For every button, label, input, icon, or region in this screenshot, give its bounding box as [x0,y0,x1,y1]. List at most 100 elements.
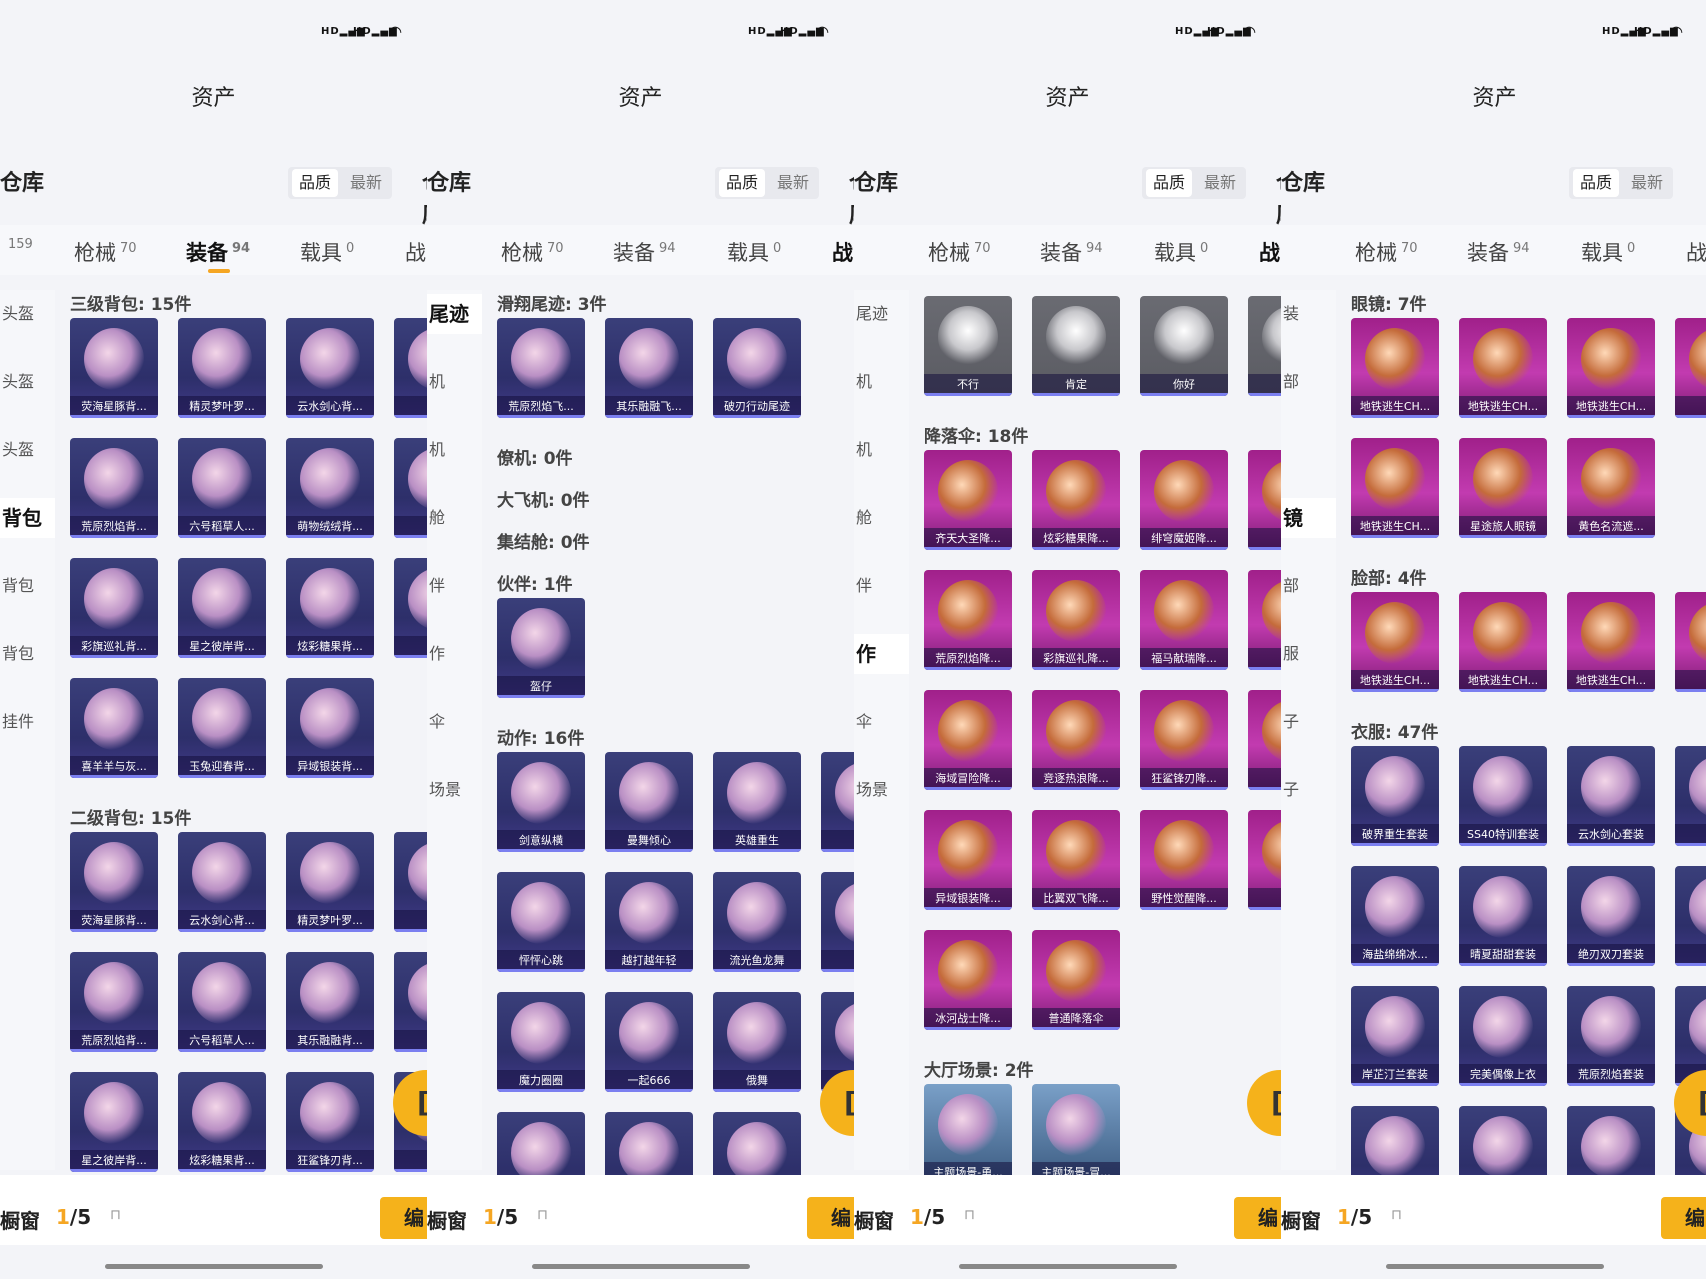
item-card[interactable]: 其乐融融飞... [605,318,693,418]
sidebar-item[interactable]: 伴 [427,566,482,606]
sidebar-item[interactable]: 机 [427,430,482,470]
item-card[interactable]: 彩旗巡礼降... [1032,570,1120,670]
item-card[interactable]: 魔力圈圈 [497,992,585,1092]
item-card[interactable]: 英雄重生 [713,752,801,852]
sidebar-item[interactable]: 场景 [854,770,909,810]
item-card[interactable]: 萌物绒绒背... [286,438,374,538]
sidebar-item[interactable]: 作 [854,634,909,674]
item-card[interactable]: 其乐融融背... [286,952,374,1052]
item-card[interactable]: 盔仔 [497,598,585,698]
item-card[interactable]: 晴夏 [394,832,427,932]
item-card[interactable]: 深海 [394,558,427,658]
item-card[interactable]: 荧海星豚背... [70,318,158,418]
sidebar-item[interactable]: 背包 [0,634,55,674]
item-card[interactable]: 曼舞倾心 [605,752,693,852]
item-card[interactable] [1351,1106,1439,1180]
item-card[interactable] [1248,296,1281,396]
sort-latest-button[interactable]: 最新 [1625,169,1669,197]
item-card[interactable]: 地铁逃生CH... [1567,318,1655,418]
sidebar-item[interactable]: 部 [1281,566,1336,606]
sidebar-item[interactable] [1281,430,1336,470]
sidebar-item[interactable]: 机 [854,430,909,470]
item-card[interactable]: 你好 [1140,296,1228,396]
item-card[interactable]: 晴夏甜甜套装 [1459,866,1547,966]
sidebar-item[interactable]: 伞 [427,702,482,742]
edit-showcase-button[interactable]: 编 [380,1197,427,1239]
item-card[interactable]: 蛇蝎 [1248,690,1281,790]
item-card[interactable]: 荒原烈焰背... [70,952,158,1052]
item-card[interactable]: 地铁逃生CH... [1351,438,1439,538]
item-card[interactable]: 齐天大圣降... [924,450,1012,550]
item-card[interactable]: 怦怦心跳 [497,872,585,972]
tab-2[interactable]: 装备 94 [1040,237,1103,267]
item-card[interactable]: 荒原烈焰飞... [497,318,585,418]
item-card[interactable]: 玉兔迎春背... [178,678,266,778]
item-card[interactable]: 彩旗巡礼背... [70,558,158,658]
item-card[interactable]: 一举 [1248,810,1281,910]
item-card[interactable]: 一起666 [605,992,693,1092]
item-card[interactable]: 地铁 [1675,318,1706,418]
item-card[interactable]: 破界重生套装 [1351,746,1439,846]
item-card[interactable]: 精灵梦叶罗... [178,318,266,418]
sort-toggle[interactable]: 品质 最新 [715,167,819,199]
item-card[interactable]: 六号稻草人... [178,952,266,1052]
tab-1[interactable]: 枪械 70 [1355,237,1418,267]
sort-quality-button[interactable]: 品质 [292,169,338,197]
item-card[interactable]: 越打越年轻 [605,872,693,972]
item-card[interactable]: 黄色名流遮... [1567,438,1655,538]
item-card[interactable]: 比翼双飞降... [1032,810,1120,910]
sort-latest-button[interactable]: 最新 [1198,169,1242,197]
item-card[interactable]: 普通降落伞 [1032,930,1120,1030]
edit-showcase-button[interactable]: 编 [807,1197,854,1239]
item-card[interactable]: 竞逐热浪降... [1032,690,1120,790]
sidebar-item[interactable]: 背包 [0,498,55,538]
item-card[interactable]: 狂鲨锋刃背... [286,1072,374,1172]
item-card[interactable]: 异域 [1675,592,1706,692]
item-card[interactable]: 狂鲨锋刃降... [1140,690,1228,790]
item-card[interactable]: 异域银装降... [924,810,1012,910]
item-card[interactable]: 流光鱼龙舞 [713,872,801,972]
item-card[interactable]: 主题场景-勇... [924,1084,1012,1180]
item-card[interactable] [605,1112,693,1180]
sidebar-item[interactable]: 镜 [1281,498,1336,538]
item-card[interactable] [1459,1106,1547,1180]
sidebar-item[interactable]: 头盔 [0,294,55,334]
item-card[interactable]: 晴夏 [394,318,427,418]
sidebar-item[interactable]: 舱 [427,498,482,538]
sidebar-item[interactable]: 服 [1281,634,1336,674]
sort-latest-button[interactable]: 最新 [344,169,388,197]
item-card[interactable]: 荧海星豚背... [70,832,158,932]
item-card[interactable]: 荒原烈焰背... [70,438,158,538]
tab-1[interactable]: 枪械 70 [501,237,564,267]
tab-0[interactable]: 159 [4,237,33,261]
tab-1[interactable]: 枪械 70 [928,237,991,267]
item-card[interactable]: 云水剑心套装 [1567,746,1655,846]
sidebar-item[interactable]: 装 [1281,294,1336,334]
item-card[interactable]: 星之彼岸背... [70,1072,158,1172]
sidebar-item[interactable]: 舱 [854,498,909,538]
tab-2[interactable]: 装备 94 [186,237,250,273]
item-card[interactable]: 海域冒险降... [924,690,1012,790]
item-card[interactable]: 完美偶像上衣 [1459,986,1547,1086]
item-card[interactable]: 六号稻草人... [178,438,266,538]
item-card[interactable]: 喜羊羊与灰... [70,678,158,778]
item-card[interactable]: 异域银装背... [286,678,374,778]
item-card[interactable]: 主题场景-冒... [1032,1084,1120,1180]
sidebar-item[interactable]: 伴 [854,566,909,606]
item-card[interactable] [713,1112,801,1180]
item-card[interactable]: 破刃行动尾迹 [713,318,801,418]
item-card[interactable] [497,1112,585,1180]
item-card[interactable]: 星途旅人眼镜 [1459,438,1547,538]
item-card[interactable]: 星之彼岸背... [178,558,266,658]
item-card[interactable]: 地铁逃生CH... [1351,592,1439,692]
edit-showcase-button[interactable]: 编 [1234,1197,1281,1239]
item-card[interactable]: 海盐绵绵冰... [1351,866,1439,966]
item-card[interactable]: 其乐 [394,438,427,538]
item-card[interactable]: 海盐 [1675,866,1706,966]
item-card[interactable]: 自 [821,752,854,852]
item-card[interactable]: 寂夜 [1248,570,1281,670]
item-card[interactable]: 福马献瑞降... [1140,570,1228,670]
tab-3[interactable]: 载具 0 [727,237,781,267]
item-card[interactable]: 剑意纵横 [497,752,585,852]
item-card[interactable]: 地铁逃生CH... [1567,592,1655,692]
